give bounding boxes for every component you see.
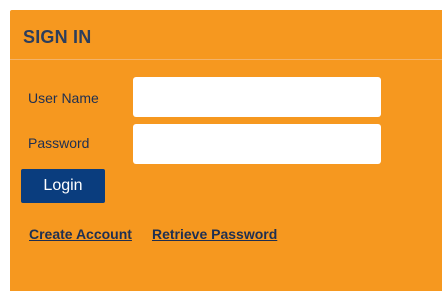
create-account-link[interactable]: Create Account bbox=[29, 226, 132, 242]
password-label: Password bbox=[28, 135, 90, 151]
username-label: User Name bbox=[28, 90, 99, 106]
retrieve-password-link[interactable]: Retrieve Password bbox=[152, 226, 277, 242]
login-button[interactable]: Login bbox=[21, 169, 105, 203]
password-input[interactable] bbox=[133, 124, 381, 164]
signin-panel: SIGN IN User Name Password Login Create … bbox=[10, 10, 442, 291]
username-input[interactable] bbox=[133, 77, 381, 117]
signin-title: SIGN IN bbox=[23, 27, 92, 47]
title-divider bbox=[10, 59, 442, 60]
